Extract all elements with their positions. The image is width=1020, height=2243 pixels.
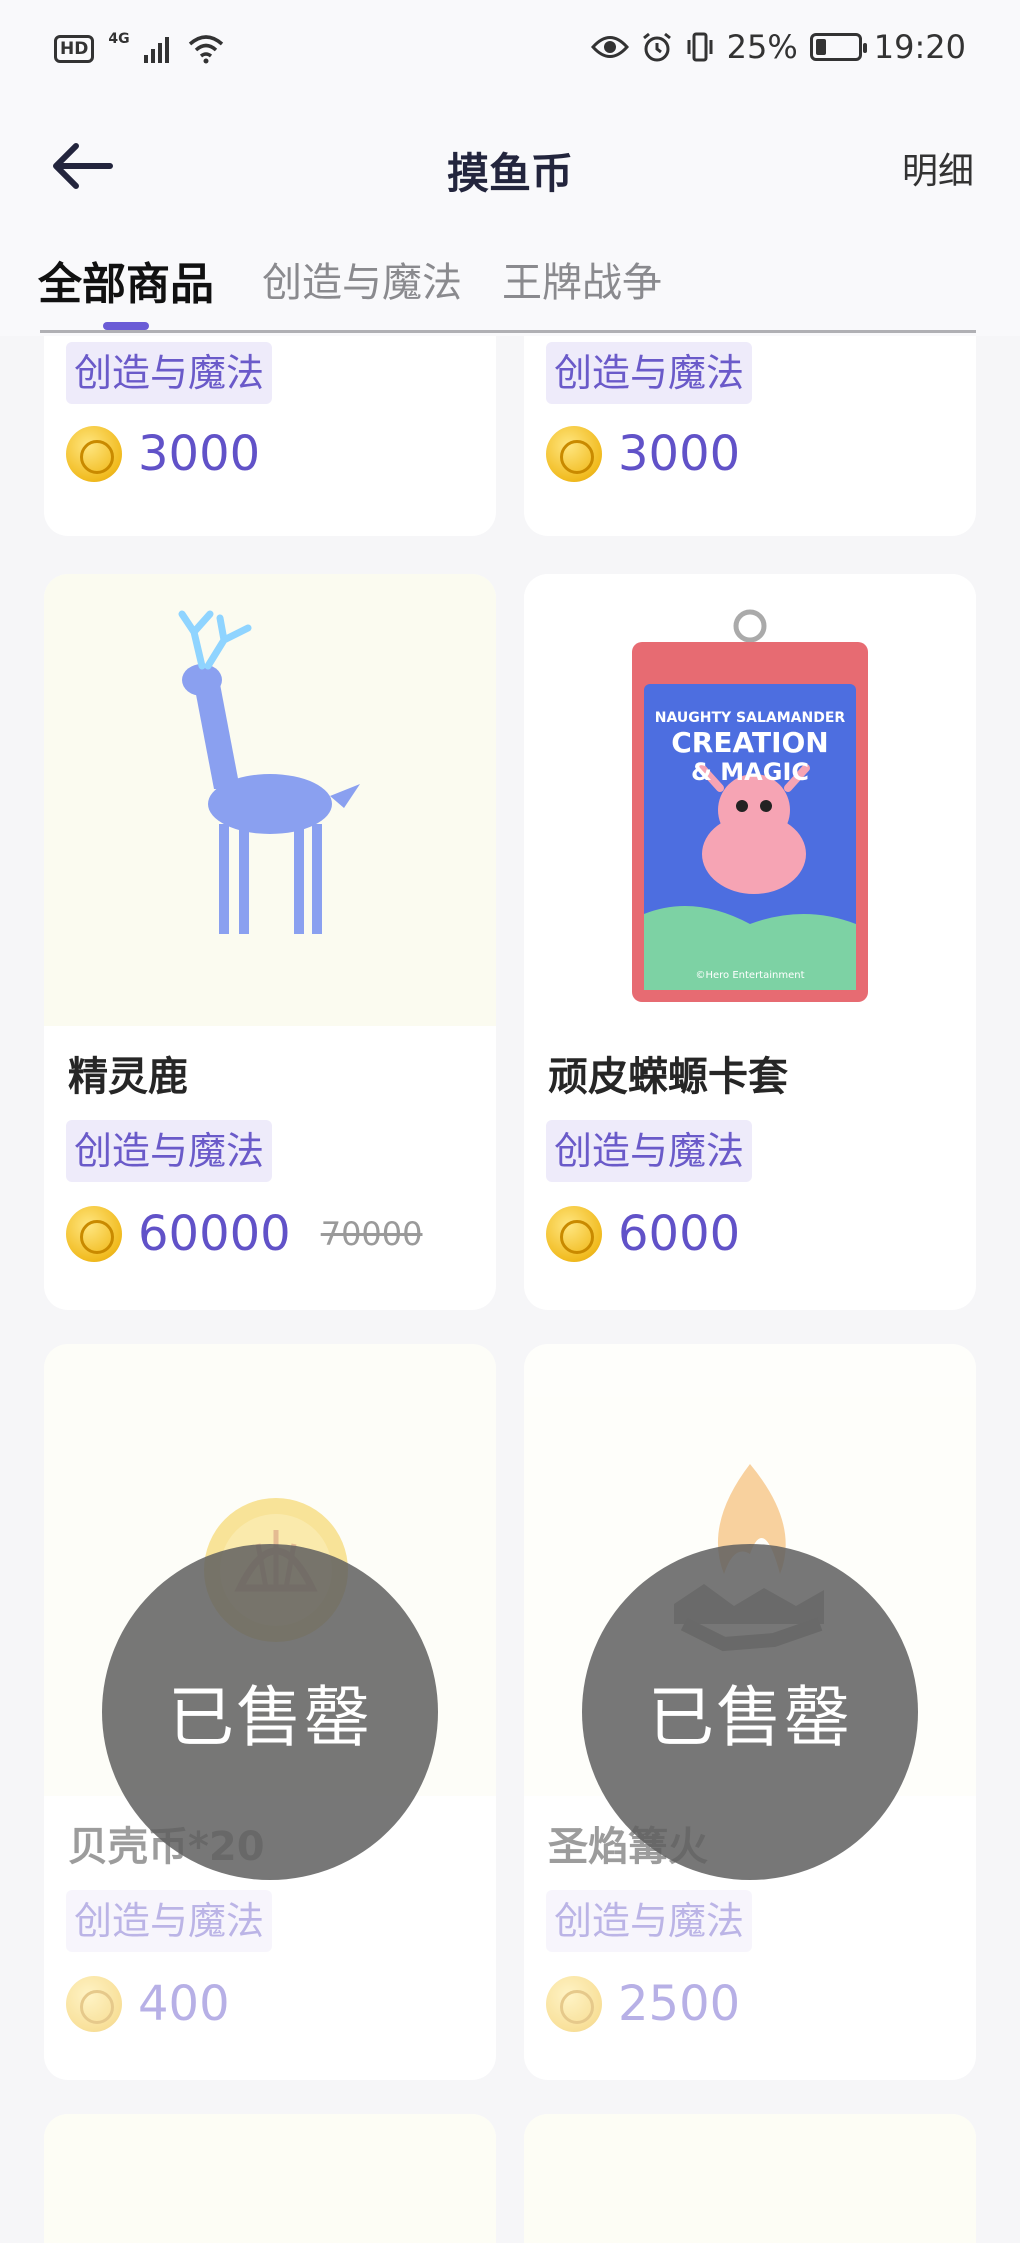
price-row: 60000 70000 <box>66 1206 423 1262</box>
coin-icon <box>66 1976 122 2032</box>
coin-icon <box>66 1206 122 1262</box>
tabs-divider <box>40 330 976 333</box>
category-tag: 创造与魔法 <box>546 1120 753 1182</box>
category-tabs: 全部商品 创造与魔法 王牌战争 <box>0 230 1020 336</box>
category-tag: 创造与魔法 <box>66 1890 273 1952</box>
salamander-cardholder-image: NAUGHTY SALAMANDER CREATION & MAGIC ©Her… <box>524 574 976 1026</box>
price: 60000 <box>138 1206 291 1262</box>
eye-icon <box>590 36 629 58</box>
vibrate-icon <box>687 32 713 62</box>
product-name: 精灵鹿 <box>68 1054 188 1100</box>
product-image-placeholder <box>44 2114 496 2243</box>
signal-icon <box>143 37 169 63</box>
coin-icon <box>546 426 602 482</box>
category-tag: 创造与魔法 <box>66 342 273 404</box>
product-card[interactable] <box>524 2114 976 2243</box>
print-line3: & MAGIC <box>691 758 809 786</box>
sold-out-badge: 已售罄 <box>102 1544 438 1880</box>
product-card[interactable]: 圣焰篝火 创造与魔法 2500 已售罄 <box>524 1344 976 2080</box>
price: 3000 <box>618 426 741 482</box>
price-row: 3000 <box>66 426 260 482</box>
product-card[interactable] <box>44 2114 496 2243</box>
print-footer: ©Hero Entertainment <box>695 970 804 981</box>
category-tag: 创造与魔法 <box>546 1890 753 1952</box>
product-card[interactable]: 贝壳币*20 创造与魔法 400 已售罄 <box>44 1344 496 2080</box>
wifi-icon <box>188 35 223 64</box>
spirit-deer-image <box>44 574 496 1026</box>
alarm-icon <box>642 32 671 62</box>
nav-bar: 摸鱼币 明细 <box>0 100 1020 230</box>
price-row: 3000 <box>546 426 740 482</box>
network-type: 4G <box>108 31 130 47</box>
detail-link[interactable]: 明细 <box>902 142 974 194</box>
category-tag: 创造与魔法 <box>546 342 753 404</box>
price-row: 400 <box>66 1976 230 2032</box>
price: 400 <box>138 1976 230 2032</box>
product-image-placeholder <box>524 2114 976 2243</box>
price: 2500 <box>618 1976 741 2032</box>
product-card[interactable]: 创造与魔法 3000 <box>524 336 976 536</box>
status-bar: HD 4G 25% 19:20 <box>0 0 1020 100</box>
category-tag: 创造与魔法 <box>66 1120 273 1182</box>
coin-icon <box>546 1206 602 1262</box>
print-line2: CREATION <box>671 726 829 759</box>
hd-icon: HD <box>54 35 95 63</box>
product-card[interactable]: NAUGHTY SALAMANDER CREATION & MAGIC ©Her… <box>524 574 976 1310</box>
battery-percent: 25% <box>726 28 798 66</box>
price: 3000 <box>138 426 261 482</box>
page-title: 摸鱼币 <box>446 149 573 198</box>
price: 6000 <box>618 1206 741 1262</box>
clock-time: 19:20 <box>873 28 966 66</box>
battery-icon <box>809 33 867 61</box>
tab-ace-war[interactable]: 王牌战争 <box>502 250 662 308</box>
product-card[interactable]: 精灵鹿 创造与魔法 60000 70000 <box>44 574 496 1310</box>
product-grid: 创造与魔法 3000 创造与魔法 3000 精灵鹿 创造与魔法 60000 70… <box>0 336 1020 2243</box>
price-row: 6000 <box>546 1206 740 1262</box>
tab-active-indicator <box>103 322 149 330</box>
original-price: 70000 <box>320 1215 423 1253</box>
print-line1: NAUGHTY SALAMANDER <box>655 710 846 726</box>
tab-all-products[interactable]: 全部商品 <box>38 248 214 312</box>
coin-icon <box>546 1976 602 2032</box>
product-card[interactable]: 创造与魔法 3000 <box>44 336 496 536</box>
price-row: 2500 <box>546 1976 740 2032</box>
tab-creation-magic[interactable]: 创造与魔法 <box>262 250 462 308</box>
sold-out-badge: 已售罄 <box>582 1544 918 1880</box>
coin-icon <box>66 426 122 482</box>
product-name: 顽皮蝾螈卡套 <box>548 1054 788 1100</box>
